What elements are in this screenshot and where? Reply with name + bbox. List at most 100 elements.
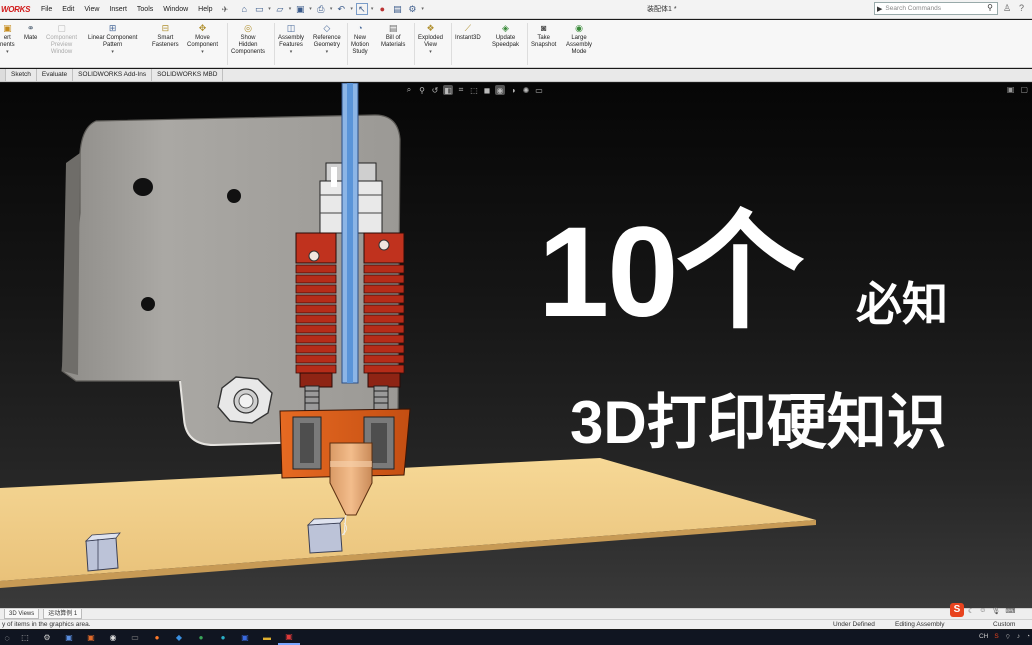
assembly-features-button[interactable]: ◫ Assembly Features ▾	[278, 22, 304, 56]
update-speedpak-button[interactable]: ◈ Update Speedpak	[492, 22, 519, 49]
tab-3d-views[interactable]: 3D Views	[4, 609, 40, 619]
zoom-area-icon[interactable]: ⚲	[417, 85, 427, 95]
new-motion-study-button[interactable]: ◔ New Motion Study	[351, 22, 369, 56]
edit-appearance-icon[interactable]: ◑	[508, 85, 518, 95]
select-dropdown-icon[interactable]: ▾	[371, 6, 374, 12]
view-settings-icon[interactable]: ▭	[534, 85, 544, 95]
firefox-icon[interactable]: ●	[146, 630, 168, 645]
menu-window[interactable]: Window	[158, 6, 193, 13]
sogou-tray-icon[interactable]: S	[994, 633, 998, 640]
show-hidden-components-button[interactable]: ◎ Show Hidden Components	[231, 22, 265, 56]
start-menu-icon[interactable]: ◌	[0, 633, 14, 643]
insert-components-button[interactable]: ▣ ert nents ▾	[0, 22, 15, 56]
ime-emoji-icon[interactable]: ☺	[979, 607, 986, 615]
help-question-icon[interactable]: ?	[1019, 3, 1024, 13]
tab-sketch[interactable]: Sketch	[6, 69, 37, 81]
vscode-icon[interactable]: ◆	[168, 630, 190, 645]
file-properties-icon[interactable]: ▤	[391, 3, 403, 15]
status-units[interactable]: Custom	[993, 621, 1015, 628]
maximize-window-icon[interactable]: ▢	[1020, 85, 1028, 94]
print-dropdown-icon[interactable]: ▾	[330, 6, 333, 12]
menu-help[interactable]: Help	[193, 6, 217, 13]
tab-solidworks-addins[interactable]: SOLIDWORKS Add-Ins	[73, 69, 153, 81]
dynamic-annotation-icon[interactable]: ⌗	[456, 85, 466, 95]
previous-view-icon[interactable]: ↺	[430, 85, 440, 95]
pinned-app-icon[interactable]: ⚙	[36, 630, 58, 645]
smart-fasteners-button[interactable]: ⊟ Smart Fasteners	[152, 22, 179, 49]
graphics-area[interactable]: ⌕ ⚲ ↺ ◧ ⌗ ⬚ ◼ ◉ ◑ ✺ ▭ ▣ ▢ 10个 必知 3D打印硬知识	[0, 83, 1032, 608]
tab-solidworks-mbd[interactable]: SOLIDWORKS MBD	[152, 69, 224, 81]
linear-pattern-button[interactable]: ⊞ Linear Component Pattern ▾	[88, 22, 137, 56]
volume-icon[interactable]: ♪	[1017, 633, 1020, 640]
network-icon[interactable]: ⌔	[1005, 632, 1011, 641]
search-commands-input[interactable]: ▶ Search Commands ⚲	[874, 2, 998, 15]
ime-keyboard-icon[interactable]: ⌨	[1005, 607, 1015, 615]
select-pointer-icon[interactable]: ↖	[355, 3, 368, 15]
word-icon[interactable]: ▣	[234, 630, 256, 645]
search-magnifier-icon[interactable]: ⚲	[987, 3, 993, 12]
instant3d-button[interactable]: ⟋ Instant3D	[455, 22, 481, 42]
pin-icon[interactable]: ✈	[222, 5, 229, 14]
tab-motion-study[interactable]: 运动算例 1	[43, 609, 83, 619]
chevron-down-icon[interactable]: ▾	[326, 49, 329, 55]
printed-block[interactable]	[306, 517, 345, 554]
new-document-icon[interactable]: ▭	[253, 3, 265, 15]
pinned-app-icon[interactable]: ▭	[124, 630, 146, 645]
zoom-to-fit-icon[interactable]: ⌕	[404, 85, 414, 95]
new-dropdown-icon[interactable]: ▾	[268, 6, 271, 12]
print-icon[interactable]: ⎙	[315, 3, 327, 15]
options-gear-icon[interactable]: ⚙	[406, 3, 418, 15]
tab-evaluate[interactable]: Evaluate	[37, 69, 74, 81]
traffic-light-icon[interactable]: ●	[376, 3, 388, 15]
menu-insert[interactable]: Insert	[104, 6, 132, 13]
file-explorer-icon[interactable]: ▬	[256, 630, 278, 645]
pinned-app-icon[interactable]: ▣	[58, 630, 80, 645]
chevron-down-icon[interactable]: ▾	[6, 49, 9, 55]
hotend-assembly-model[interactable]	[0, 83, 1032, 608]
chevron-down-icon[interactable]: ▾	[201, 49, 204, 55]
ime-language-indicator[interactable]: CH	[979, 633, 988, 640]
move-component-button[interactable]: ✥ Move Component ▾	[187, 22, 218, 56]
chrome-icon[interactable]: ●	[190, 630, 212, 645]
hide-show-items-icon[interactable]: ◉	[495, 85, 505, 95]
home-icon[interactable]: ⌂	[238, 3, 250, 15]
reference-geometry-button[interactable]: ◇ Reference Geometry ▾	[313, 22, 341, 56]
ime-microphone-icon[interactable]: 🎙	[991, 607, 1000, 615]
filament-tube[interactable]	[341, 83, 359, 384]
apply-scene-icon[interactable]: ✺	[521, 85, 531, 95]
take-snapshot-button[interactable]: ◙ Take Snapshot	[531, 22, 556, 49]
save-icon[interactable]: ▣	[294, 3, 306, 15]
pinned-app-icon[interactable]: ◉	[102, 630, 124, 645]
undo-icon[interactable]: ↶	[335, 3, 347, 15]
view-orientation-icon[interactable]: ⬚	[469, 85, 479, 95]
options-dropdown-icon[interactable]: ▾	[421, 6, 424, 12]
large-assembly-mode-button[interactable]: ◉ Large Assembly Mode	[566, 22, 592, 56]
print-bed[interactable]	[0, 458, 816, 588]
exploded-view-button[interactable]: ❖ Exploded View ▾	[418, 22, 443, 56]
open-folder-icon[interactable]: ▱	[274, 3, 286, 15]
user-account-icon[interactable]: ♙	[1003, 3, 1011, 14]
mate-button[interactable]: ⚭ Mate	[24, 22, 37, 42]
menu-view[interactable]: View	[79, 6, 104, 13]
sogou-ime-icon[interactable]: S	[950, 603, 964, 617]
taskview-icon[interactable]: ⬚	[14, 630, 36, 645]
pinned-app-icon[interactable]: ▣	[80, 630, 102, 645]
chevron-down-icon[interactable]: ▾	[429, 49, 432, 55]
chevron-down-icon[interactable]: ▾	[290, 49, 293, 55]
ime-punctuation-icon[interactable]: ☾	[968, 607, 974, 615]
undo-dropdown-icon[interactable]: ▾	[350, 6, 353, 12]
solidworks-taskbar-icon[interactable]: ▣	[278, 630, 300, 645]
display-style-icon[interactable]: ◼	[482, 85, 492, 95]
section-view-icon[interactable]: ◧	[443, 85, 453, 95]
component-preview-button[interactable]: ▢ Component Preview Window	[46, 22, 77, 56]
clock-icon[interactable]: ◔	[1026, 633, 1030, 640]
bill-of-materials-button[interactable]: ▤ Bill of Materials	[381, 22, 405, 49]
menu-tools[interactable]: Tools	[132, 6, 158, 13]
menu-edit[interactable]: Edit	[57, 6, 79, 13]
edge-icon[interactable]: ●	[212, 630, 234, 645]
restore-window-icon[interactable]: ▣	[1007, 85, 1015, 94]
menu-file[interactable]: File	[36, 6, 57, 13]
chevron-down-icon[interactable]: ▾	[111, 49, 114, 55]
printed-block[interactable]	[84, 532, 121, 572]
open-dropdown-icon[interactable]: ▾	[289, 6, 292, 12]
